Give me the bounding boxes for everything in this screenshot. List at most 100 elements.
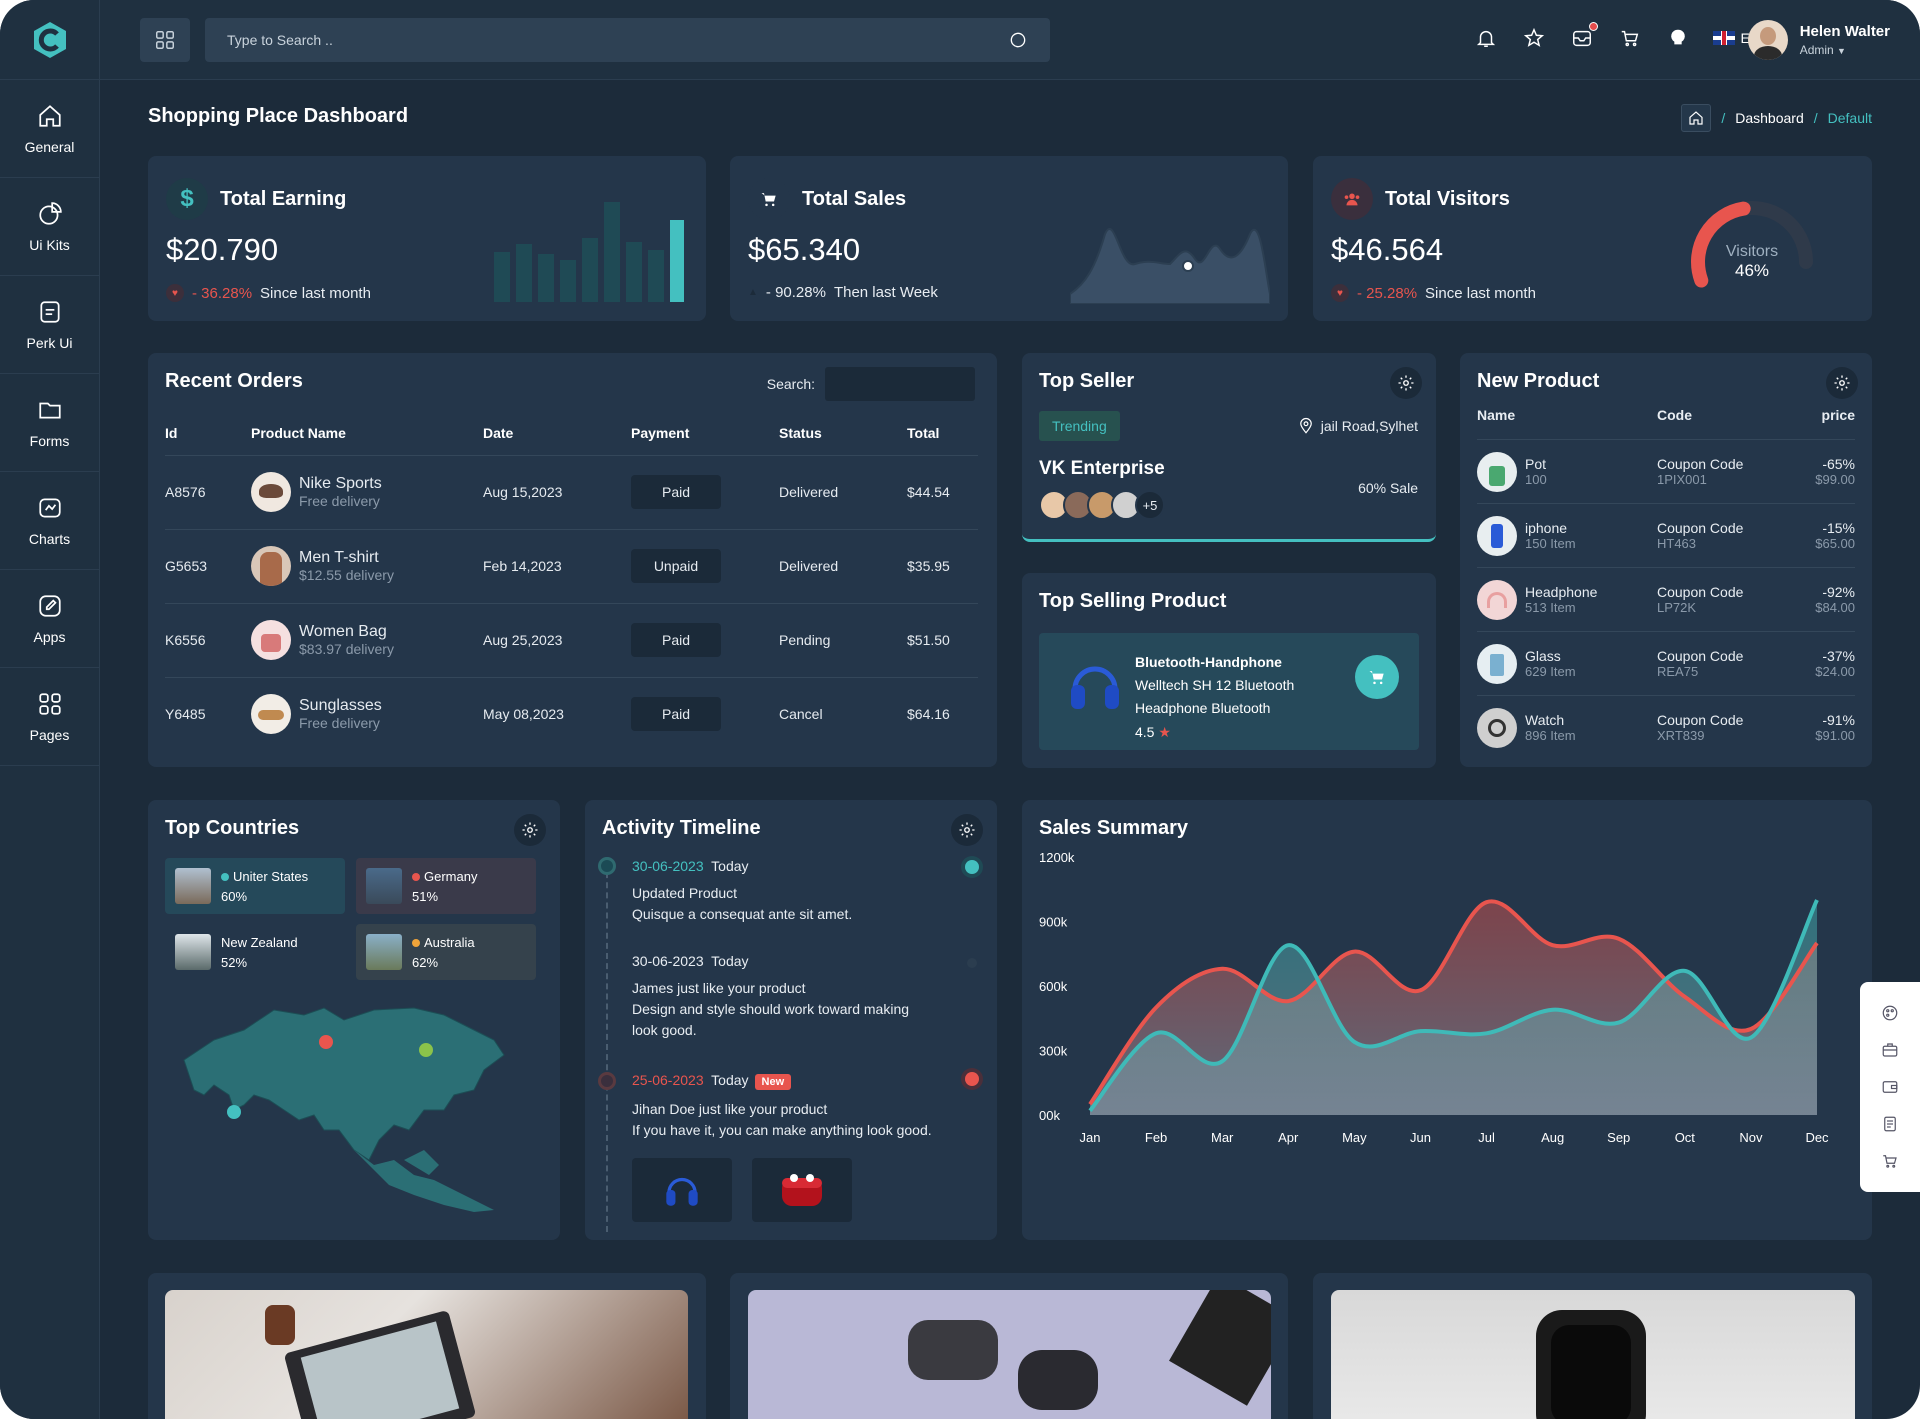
- notes-icon[interactable]: [1881, 1115, 1899, 1133]
- search-bar: [205, 18, 1050, 62]
- map-marker-us[interactable]: [227, 1105, 241, 1119]
- order-date: Aug 25,2023: [483, 602, 631, 677]
- product-cell: Nike Sports Free delivery: [251, 454, 483, 529]
- timeline-item: 30-06-2023 Today Updated Product Quisque…: [632, 856, 952, 925]
- order-date: Feb 14,2023: [483, 528, 631, 603]
- timeline-text: Quisque a consequat ante sit amet.: [632, 906, 853, 922]
- payment-badge: Paid: [631, 623, 721, 657]
- stat-note: Then last Week: [833, 284, 938, 301]
- search-input[interactable]: [227, 32, 927, 48]
- list-item[interactable]: Watch 896 Item Coupon Code XRT839 -91% $91.…: [1477, 695, 1855, 759]
- sidebar-item-label: Charts: [28, 530, 71, 547]
- sidebar-item-forms[interactable]: Forms: [0, 374, 99, 472]
- table-row[interactable]: K6556 Women Bag $83.97 delivery Aug 25,20…: [165, 602, 978, 677]
- status-text: Delivered: [779, 454, 907, 529]
- list-item[interactable]: Glass 629 Item Coupon Code REA75 -37% $24.0…: [1477, 631, 1855, 695]
- table-row[interactable]: G5653 Men T-shirt $12.55 delivery Feb 14,…: [165, 528, 978, 603]
- list-item[interactable]: Headphone 513 Item Coupon Code LP72K -92% $…: [1477, 567, 1855, 631]
- more-avatars-count[interactable]: +5: [1135, 490, 1165, 520]
- breadcrumb-item[interactable]: Dashboard: [1735, 110, 1804, 126]
- earning-bar: [604, 202, 620, 302]
- chart-icon: [38, 497, 61, 518]
- country-name: Australia: [424, 934, 475, 950]
- wallet-icon[interactable]: [1881, 1078, 1899, 1096]
- map-marker-germany[interactable]: [319, 1035, 333, 1049]
- list-item[interactable]: iphone 150 Item Coupon Code HT463 -15% $65.…: [1477, 503, 1855, 567]
- timeline-image[interactable]: [632, 1158, 732, 1222]
- timeline-dot: [598, 1072, 616, 1090]
- y-tick-label: 1200k: [1039, 850, 1075, 865]
- country-tile[interactable]: Germany 51%: [356, 858, 536, 914]
- order-date: May 08,2023: [483, 676, 631, 751]
- settings-button[interactable]: [1390, 367, 1422, 399]
- add-to-cart-button[interactable]: [1355, 655, 1399, 699]
- product-name: Sunglasses: [299, 697, 382, 715]
- favorites-button[interactable]: [1521, 25, 1547, 51]
- y-tick-label: 600k: [1039, 979, 1068, 994]
- notification-button[interactable]: [1473, 25, 1499, 51]
- stat-note: Since last month: [260, 284, 371, 302]
- briefcase-icon[interactable]: [1881, 1041, 1899, 1059]
- user-menu[interactable]: Helen Walter Admin ▼: [1747, 20, 1890, 60]
- sparkline-marker: [1182, 260, 1194, 272]
- app-window: General Ui Kits Perk Ui Forms Charts App…: [0, 0, 1920, 1419]
- discount: -91%: [1822, 712, 1855, 728]
- x-tick-label: Mar: [1211, 1130, 1234, 1145]
- search-icon[interactable]: [1008, 30, 1028, 50]
- product-image: [1477, 643, 1517, 684]
- code-label: Coupon Code: [1657, 520, 1744, 536]
- product-highlight[interactable]: Bluetooth-Handphone Welltech SH 12 Bluet…: [1039, 633, 1419, 750]
- messages-button[interactable]: [1569, 22, 1598, 51]
- status-dot: [965, 860, 979, 874]
- timeline-heading: Updated Product: [632, 885, 738, 901]
- gauge-value: 46%: [1735, 261, 1769, 280]
- breadcrumb-home[interactable]: [1681, 104, 1712, 132]
- earning-bar: [516, 244, 532, 302]
- sidebar-item-charts[interactable]: Charts: [0, 472, 99, 570]
- theme-toggle-button[interactable]: [1665, 25, 1691, 51]
- sidebar-item-general[interactable]: General: [0, 80, 99, 178]
- logo[interactable]: [0, 0, 99, 80]
- palette-icon[interactable]: [1881, 1004, 1899, 1022]
- product-image: [1477, 451, 1517, 492]
- triangle-up-icon: ▲: [748, 287, 758, 298]
- price: $84.00: [1815, 600, 1855, 615]
- orders-search-input[interactable]: [825, 367, 975, 401]
- sales-area-chart: 1200k 900k 600k 300k 00k Jan Feb Mar Apr May Jun Ju…: [1039, 850, 1829, 1145]
- map-marker[interactable]: [419, 1043, 433, 1057]
- cart-icon[interactable]: [1881, 1152, 1899, 1170]
- y-tick-label: 00k: [1039, 1108, 1060, 1123]
- sales-sparkline: [1070, 228, 1270, 304]
- product-image: [1477, 515, 1517, 556]
- country-tile[interactable]: Australia 62%: [356, 924, 536, 980]
- breadcrumb-separator: /: [1721, 110, 1726, 126]
- country-name: Uniter States: [233, 868, 309, 884]
- users-icon: [1331, 178, 1373, 220]
- sidebar-item-ui-kits[interactable]: Ui Kits: [0, 178, 99, 276]
- sidebar-item-pages[interactable]: Pages: [0, 668, 99, 766]
- cart-icon: [748, 178, 790, 220]
- list-item[interactable]: Pot 100 Coupon Code 1PIX001 -65% $99.00: [1477, 439, 1855, 503]
- settings-button[interactable]: [1826, 367, 1858, 399]
- timeline-item: 30-06-2023 Today James just like your pr…: [632, 951, 952, 1041]
- timeline-text: Design and style should work toward maki…: [632, 1001, 910, 1017]
- sidebar-item-apps[interactable]: Apps: [0, 570, 99, 668]
- x-tick-label: Feb: [1145, 1130, 1167, 1145]
- settings-button[interactable]: [514, 814, 546, 846]
- timeline-image[interactable]: [752, 1158, 852, 1222]
- settings-button[interactable]: [951, 814, 983, 846]
- country-image: [175, 868, 211, 904]
- orders-table: Id Product Name Date Payment Status Tota…: [165, 411, 978, 751]
- uk-flag-icon: [1712, 31, 1735, 45]
- product-title: Bluetooth-Handphone: [1135, 654, 1282, 670]
- sidebar-item-perk-ui[interactable]: Perk Ui: [0, 276, 99, 374]
- product-name: Nike Sports: [299, 475, 382, 492]
- country-tile[interactable]: Uniter States 60%: [165, 858, 345, 914]
- chevron-down-icon: ▼: [1837, 46, 1846, 56]
- table-row[interactable]: Y6485 Sunglasses Free delivery May 08,202…: [165, 676, 978, 751]
- country-tile[interactable]: New Zealand 52%: [165, 924, 345, 980]
- earning-bar-chart: [494, 202, 684, 302]
- cart-button[interactable]: [1617, 25, 1643, 51]
- apps-menu-button[interactable]: [140, 18, 190, 62]
- table-row[interactable]: A8576 Nike Sports Free delivery Aug 15,20…: [165, 454, 978, 529]
